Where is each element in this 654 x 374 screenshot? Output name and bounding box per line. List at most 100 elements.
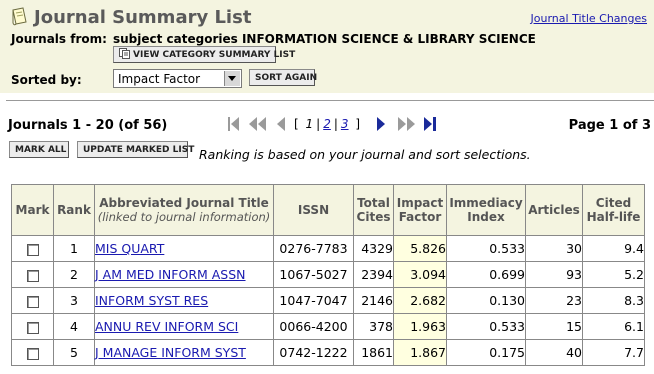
journals-from-value: subject categories INFORMATION SCIENCE &… [113,32,536,46]
total-cites-cell: 4329 [353,235,394,262]
total-cites-cell: 2394 [353,261,394,288]
half-life-cell: 9.4 [582,235,645,262]
sort-again-button[interactable]: SORT AGAIN [249,69,317,86]
page-link-2[interactable]: 2 [323,117,331,131]
sort-select[interactable]: Impact Factor [113,69,242,88]
checkbox[interactable] [26,347,39,360]
total-cites-cell: 1861 [353,339,394,366]
journals-count: Journals 1 - 20 (of 56) [8,118,168,133]
sorted-by-label: Sorted by: [11,73,82,87]
journal-title-link[interactable]: INFORM SYST RES [95,293,208,308]
total-cites-cell: 2146 [353,287,394,314]
col-header-impact-line1: Impact [396,196,444,210]
col-header-title-main: Abbreviated Journal Title [99,196,269,210]
impact-factor-cell: 1.963 [393,313,447,340]
header-panel: Journal Summary List Journal Title Chang… [0,0,654,93]
rank-cell: 4 [53,313,95,340]
impact-factor-cell: 3.094 [393,261,447,288]
journal-title-link[interactable]: ANNU REV INFORM SCI [95,319,238,334]
view-category-summary-button[interactable]: VIEW CATEGORY SUMMARY LIST [113,46,295,63]
rank-cell: 1 [53,235,95,262]
dropdown-arrow-icon[interactable] [224,71,240,86]
title-cell: J MANAGE INFORM SYST [94,339,274,366]
title-cell: MIS QUART [94,235,274,262]
journals-from-label: Journals from: [11,32,107,46]
mark-cell [11,313,54,340]
col-header-cited-line2: Half-life [586,210,641,224]
mark-cell [11,339,54,366]
view-category-summary-label: VIEW CATEGORY SUMMARY LIST [133,50,296,60]
col-header-cited-line1: Cited [595,196,632,210]
col-header-articles: Articles [525,184,583,236]
page-list: [ 1 | 2 | 3 ] [294,117,361,131]
articles-cell: 15 [525,313,583,340]
page-list-open-bracket: [ [294,117,299,131]
table-row: 3 INFORM SYST RES 1047-7047 2146 2.682 0… [11,287,645,314]
issn-cell: 0276-7783 [273,235,354,262]
title-cell: J AM MED INFORM ASSN [94,261,274,288]
col-header-total-cites: Total Cites [353,184,394,236]
journal-title-link[interactable]: J MANAGE INFORM SYST [95,345,246,360]
rank-cell: 5 [53,339,95,366]
mark-cell [11,261,54,288]
mark-cell [11,287,54,314]
update-marked-list-button[interactable]: UPDATE MARKED LIST [77,141,194,158]
half-life-cell: 5.2 [582,261,645,288]
rank-cell: 3 [53,287,95,314]
prev-page-icon[interactable] [274,114,288,134]
articles-cell: 93 [525,261,583,288]
immediacy-cell: 0.130 [446,287,526,314]
col-header-immediacy-line2: Index [467,210,505,224]
articles-cell: 30 [525,235,583,262]
checkbox[interactable] [26,269,39,282]
fast-back-icon[interactable] [246,114,268,134]
impact-factor-cell: 2.682 [393,287,447,314]
ranking-note: Ranking is based on your journal and sor… [199,147,531,162]
col-header-cited-half-life: Cited Half-life [582,184,645,236]
category-list-icon [119,48,130,59]
col-header-rank: Rank [53,184,95,236]
immediacy-cell: 0.533 [446,235,526,262]
table-row: 1 MIS QUART 0276-7783 4329 5.826 0.533 3… [11,235,645,262]
rank-cell: 2 [53,261,95,288]
journal-title-changes-link[interactable]: Journal Title Changes [531,12,647,25]
issn-cell: 1067-5027 [273,261,354,288]
checkbox[interactable] [26,295,39,308]
journal-table: Mark Rank Abbreviated Journal Title (lin… [11,184,645,366]
checkbox[interactable] [26,321,39,334]
immediacy-cell: 0.175 [446,339,526,366]
title-cell: ANNU REV INFORM SCI [94,313,274,340]
journal-title-link[interactable]: J AM MED INFORM ASSN [95,267,246,282]
page-link-current: 1 [305,117,314,131]
mark-all-button[interactable]: MARK ALL [9,141,69,158]
divider [6,100,654,101]
last-page-icon[interactable] [422,114,438,134]
first-page-icon[interactable] [226,114,242,134]
sort-select-value: Impact Factor [118,72,201,86]
mark-cell [11,235,54,262]
fast-forward-icon[interactable] [396,114,418,134]
page-of-text: Page 1 of 3 [568,118,651,133]
issn-cell: 0066-4200 [273,313,354,340]
col-header-title[interactable]: Abbreviated Journal Title (linked to jou… [94,184,274,236]
issn-cell: 0742-1222 [273,339,354,366]
immediacy-cell: 0.533 [446,313,526,340]
col-header-title-sub: (linked to journal information) [97,210,271,224]
col-header-immediacy-line1: Immediacy [449,196,523,210]
col-header-immediacy-index: Immediacy Index [446,184,526,236]
next-page-icon[interactable] [374,114,388,134]
impact-factor-cell: 5.826 [393,235,447,262]
page-list-close-bracket: ] [355,117,361,131]
journal-title-link[interactable]: MIS QUART [95,241,164,256]
table-header-row: Mark Rank Abbreviated Journal Title (lin… [11,184,645,236]
half-life-cell: 7.7 [582,339,645,366]
table-row: 5 J MANAGE INFORM SYST 0742-1222 1861 1.… [11,339,645,366]
checkbox[interactable] [26,243,39,256]
page-link-3[interactable]: 3 [341,117,349,131]
scroll-icon [12,7,27,26]
col-header-mark: Mark [11,184,54,236]
total-cites-cell: 378 [353,313,394,340]
title-cell: INFORM SYST RES [94,287,274,314]
col-header-impact-line2: Factor [398,210,442,224]
col-header-total-cites-line1: Total [357,196,390,210]
